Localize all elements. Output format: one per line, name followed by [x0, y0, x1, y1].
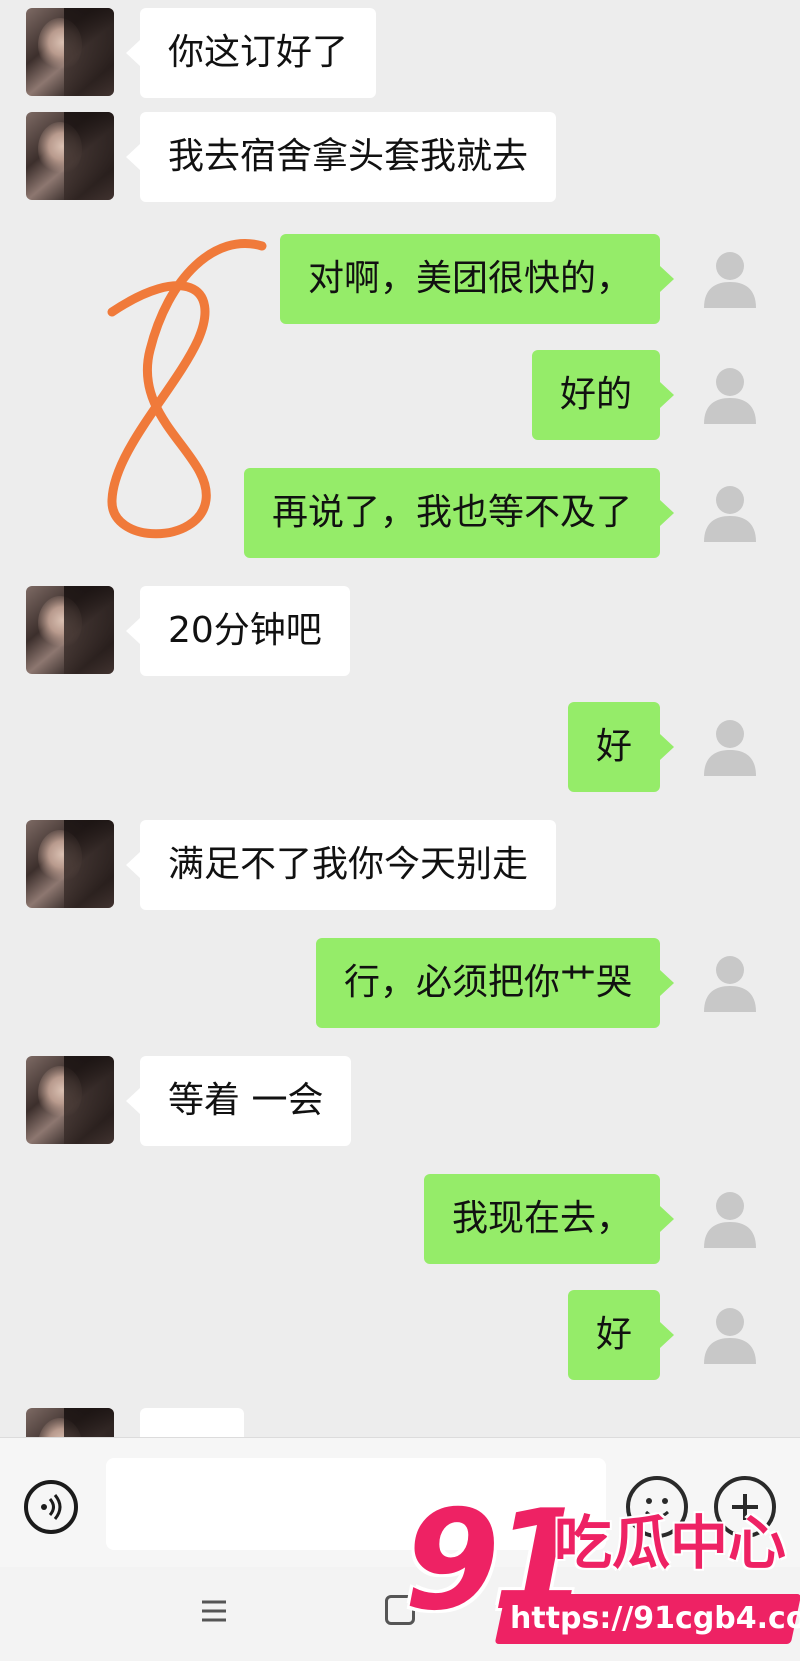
message-bubble-outgoing[interactable]: 好的: [531, 350, 675, 440]
message-bubble-incoming[interactable]: 我去宿舍拿头套我就去: [125, 112, 557, 202]
watermark-url: https://91cgb4.com: [510, 1601, 800, 1636]
chat-history[interactable]: 你这订好了 我去宿舍拿头套我就去 对啊，美团很快的， 好的 再说了，我也等不及了…: [0, 0, 800, 1437]
message-row: 好: [0, 702, 800, 794]
user-silhouette-icon[interactable]: [698, 714, 762, 778]
message-row: 你这订好了: [0, 8, 800, 100]
message-row: 再说了，我也等不及了: [0, 468, 800, 560]
message-bubble-outgoing[interactable]: 再说了，我也等不及了: [243, 468, 675, 558]
user-silhouette-icon[interactable]: [698, 1302, 762, 1366]
message-bubble-incoming[interactable]: 20分钟吧: [126, 586, 350, 676]
message-row: [0, 1408, 800, 1437]
user-silhouette-icon[interactable]: [698, 246, 762, 310]
message-bubble-incoming[interactable]: 满足不了我你今天别走: [125, 820, 557, 910]
message-row: 好的: [0, 350, 800, 442]
message-bubble-incoming[interactable]: 等着 一会: [125, 1056, 352, 1146]
message-row: 20分钟吧: [0, 586, 800, 678]
contact-avatar[interactable]: [26, 8, 114, 96]
user-silhouette-icon[interactable]: [698, 480, 762, 544]
user-silhouette-icon[interactable]: [698, 950, 762, 1014]
contact-avatar[interactable]: [26, 1056, 114, 1144]
message-bubble-outgoing[interactable]: 行，必须把你艹哭: [315, 938, 675, 1028]
message-row: 我现在去，: [0, 1174, 800, 1266]
contact-avatar[interactable]: [26, 820, 114, 908]
message-bubble-outgoing[interactable]: 我现在去，: [423, 1174, 675, 1264]
contact-avatar[interactable]: [26, 586, 114, 674]
user-silhouette-icon[interactable]: [698, 362, 762, 426]
contact-avatar[interactable]: [26, 1408, 114, 1437]
message-row: 我去宿舍拿头套我就去: [0, 112, 800, 204]
message-bubble-incoming[interactable]: [140, 1408, 244, 1437]
watermark-name: 吃瓜中心: [554, 1509, 787, 1577]
user-silhouette-icon[interactable]: [698, 1186, 762, 1250]
voice-icon[interactable]: [24, 1480, 78, 1534]
message-row: 对啊，美团很快的，: [0, 234, 800, 326]
message-bubble-outgoing[interactable]: 好: [567, 1290, 675, 1380]
message-bubble-outgoing[interactable]: 对啊，美团很快的，: [279, 234, 675, 324]
message-row: 好: [0, 1290, 800, 1382]
site-watermark: 91 吃瓜中心 https://91cgb4.com: [404, 1486, 800, 1661]
contact-avatar[interactable]: [26, 112, 114, 200]
message-row: 满足不了我你今天别走: [0, 820, 800, 912]
message-bubble-incoming[interactable]: 你这订好了: [125, 8, 377, 98]
message-row: 等着 一会: [0, 1056, 800, 1148]
menu-icon[interactable]: [196, 1593, 232, 1629]
message-bubble-outgoing[interactable]: 好: [567, 702, 675, 792]
message-row: 行，必须把你艹哭: [0, 938, 800, 1030]
